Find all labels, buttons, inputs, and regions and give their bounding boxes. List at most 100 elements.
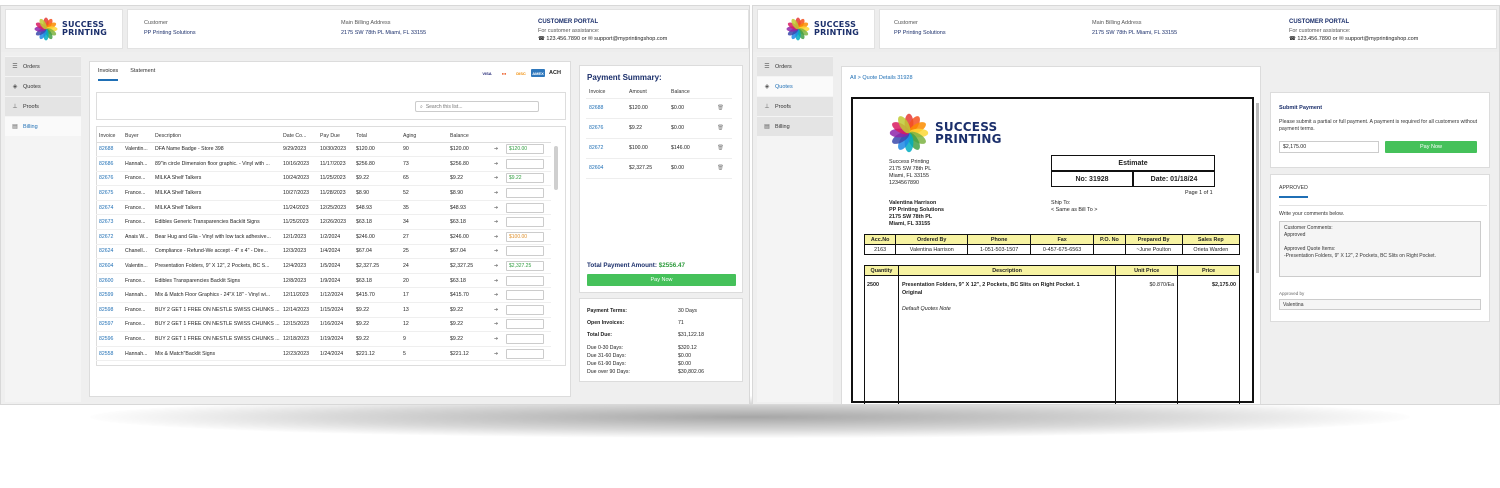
invoice-number[interactable]: 82624 <box>96 244 122 260</box>
col-date[interactable]: Date Co... <box>280 130 317 143</box>
sidebar-item-billing[interactable]: ▤ Billing <box>757 117 833 136</box>
arrow-right-icon[interactable]: ➔ <box>491 317 503 333</box>
total: $9.22 <box>353 331 400 347</box>
payment-amount-input[interactable] <box>506 246 544 257</box>
col-total[interactable]: Total <box>353 130 400 143</box>
pay-due: 12/25/2023 <box>317 200 353 216</box>
table-row[interactable]: 82688 Valentin... DFA Name Badge - Store 3… <box>96 142 551 158</box>
invoice-number[interactable]: 82558 <box>96 346 122 362</box>
arrow-right-icon[interactable]: ➔ <box>491 142 503 158</box>
payment-amount-input[interactable]: $2,327.25 <box>506 261 544 272</box>
invoice-number[interactable]: 82688 <box>96 142 122 158</box>
invoice-number[interactable]: 82598 <box>96 302 122 318</box>
submit-pay-now-button[interactable]: Pay Now <box>1385 141 1477 153</box>
invoice-number[interactable]: 82596 <box>96 331 122 347</box>
table-row[interactable]: 82672 Anais W... Bear Hug and Glia - Vinyl… <box>96 229 551 245</box>
table-row[interactable]: 82596 France... BUY 2 GET 1 FREE ON NESTLE… <box>96 331 551 347</box>
col-balance[interactable]: Balance <box>447 130 491 143</box>
tab-approved[interactable]: APPROVED <box>1279 185 1308 198</box>
trash-icon[interactable]: 🗑 <box>714 158 732 179</box>
table-row[interactable]: 82676 France... MILKA Shelf Talkers 10/24/2… <box>96 171 551 187</box>
breadcrumb[interactable]: All > Quote Details 31928 <box>850 75 913 81</box>
arrow-right-icon[interactable]: ➔ <box>491 302 503 318</box>
search-input[interactable]: ⌕ Search this list... <box>415 101 539 112</box>
table-row[interactable]: 82604 Valentin... Presentation Folders, 9"… <box>96 258 551 274</box>
tab-statement[interactable]: Statement <box>130 68 155 81</box>
col-buyer[interactable]: Buyer <box>122 130 152 143</box>
table-scrollbar[interactable] <box>554 146 558 190</box>
col-pay-due[interactable]: Pay Due <box>317 130 353 143</box>
payment-amount-input[interactable] <box>506 290 544 301</box>
invoice-number[interactable]: 82672 <box>96 229 122 245</box>
table-row[interactable]: 82558 Hannah... Mix & Match"Backlit Signs 1… <box>96 346 551 362</box>
sidebar-item-orders[interactable]: ☰ Orders <box>757 57 833 76</box>
table-row[interactable]: 82673 France... Edibles Generic Transparen… <box>96 214 551 231</box>
arrow-right-icon[interactable]: ➔ <box>491 171 503 187</box>
trash-icon[interactable]: 🗑 <box>714 98 732 119</box>
payment-amount-input[interactable]: $100.00 <box>506 231 544 242</box>
header-info: Customer PP Printing Solutions Main Bill… <box>879 9 1497 49</box>
payment-amount-input[interactable]: $120.00 <box>506 144 544 155</box>
arrow-right-icon[interactable]: ➔ <box>491 244 503 260</box>
table-row[interactable]: 82624 Chanell... Compliance - Refund-We ac… <box>96 244 551 260</box>
payment-amount-input[interactable]: $2,175.00 <box>1279 141 1379 153</box>
table-row[interactable]: 82598 France... BUY 2 GET 1 FREE ON NESTLE… <box>96 302 551 318</box>
invoice-number[interactable]: 82676 <box>96 171 122 187</box>
table-row[interactable]: 82675 France... MILKA Shelf Talkers 10/27/2… <box>96 185 551 201</box>
portal-email[interactable]: support@myprintingshop.com <box>1345 36 1418 42</box>
invoice-number[interactable]: 82674 <box>96 200 122 216</box>
invoice-number[interactable]: 82675 <box>96 185 122 201</box>
arrow-right-icon[interactable]: ➔ <box>491 331 503 347</box>
invoice-number[interactable]: 82599 <box>96 287 122 304</box>
document-scrollbar[interactable] <box>1256 103 1259 273</box>
arrow-right-icon[interactable]: ➔ <box>491 185 503 201</box>
invoice-number[interactable]: 82686 <box>96 156 122 172</box>
payment-amount-input[interactable] <box>506 304 544 315</box>
trash-icon[interactable]: 🗑 <box>714 118 732 139</box>
portal-phone[interactable]: 123.456.7890 <box>1297 36 1331 42</box>
billto-city: Miami, FL 33155 <box>889 221 931 227</box>
payment-amount-input[interactable]: $9.22 <box>506 173 544 184</box>
tab-invoices[interactable]: Invoices <box>98 68 119 81</box>
arrow-right-icon[interactable]: ➔ <box>491 200 503 216</box>
invoice-number[interactable]: 82600 <box>96 273 122 289</box>
payment-amount-input[interactable] <box>506 158 544 169</box>
col-description[interactable]: Description <box>152 130 280 143</box>
arrow-right-icon[interactable]: ➔ <box>491 258 503 274</box>
portal-email[interactable]: support@myprintingshop.com <box>594 36 667 42</box>
sidebar-item-proofs[interactable]: ⊥ Proofs <box>757 97 833 116</box>
invoice-number[interactable]: 82673 <box>96 214 122 231</box>
payment-amount-input[interactable] <box>506 348 544 359</box>
payment-amount-input[interactable] <box>506 202 544 213</box>
portal-phone[interactable]: 123.456.7890 <box>546 36 580 42</box>
table-row[interactable]: 82597 France... BUY 2 GET 1 FREE ON NESTLE… <box>96 317 551 333</box>
arrow-right-icon[interactable]: ➔ <box>491 273 503 289</box>
sidebar-item-proofs[interactable]: ⊥ Proofs <box>5 97 81 116</box>
invoice-number[interactable]: 82604 <box>96 258 122 274</box>
table-row[interactable]: 82686 Hannah... 89"in circle Dimension flo… <box>96 156 551 172</box>
trash-icon[interactable]: 🗑 <box>714 138 732 159</box>
comments-textarea[interactable]: Customer Comments: Approved Approved Quo… <box>1279 221 1481 277</box>
col-aging[interactable]: Aging <box>400 130 447 143</box>
payment-amount-input[interactable] <box>506 275 544 286</box>
sidebar-item-quotes[interactable]: ◈ Quotes <box>5 77 81 96</box>
arrow-right-icon[interactable]: ➔ <box>491 156 503 172</box>
pay-now-button[interactable]: Pay Now <box>587 274 736 286</box>
payment-amount-input[interactable] <box>506 188 544 199</box>
payment-amount-input[interactable] <box>506 319 544 330</box>
table-row[interactable]: 82599 Hannah... Mix & Match Floor Graphics… <box>96 287 551 304</box>
arrow-right-icon[interactable]: ➔ <box>491 214 503 231</box>
payment-amount-input[interactable] <box>506 217 544 228</box>
arrow-right-icon[interactable]: ➔ <box>491 229 503 245</box>
sidebar-item-quotes[interactable]: ◈ Quotes <box>757 77 833 96</box>
sidebar-item-orders[interactable]: ☰ Orders <box>5 57 81 76</box>
sidebar-item-billing[interactable]: ▤ Billing <box>5 117 81 136</box>
arrow-right-icon[interactable]: ➔ <box>491 287 503 304</box>
table-row[interactable]: 82674 France... MILKA Shelf Talkers 11/24/2… <box>96 200 551 216</box>
payment-amount-input[interactable] <box>506 334 544 345</box>
invoice-number[interactable]: 82597 <box>96 317 122 333</box>
arrow-right-icon[interactable]: ➔ <box>491 346 503 362</box>
table-row[interactable]: 82600 France... Edibles Transparencies Bac… <box>96 273 551 289</box>
col-invoice[interactable]: Invoice <box>96 130 122 143</box>
col-ordered-by: Ordered By <box>895 234 969 245</box>
